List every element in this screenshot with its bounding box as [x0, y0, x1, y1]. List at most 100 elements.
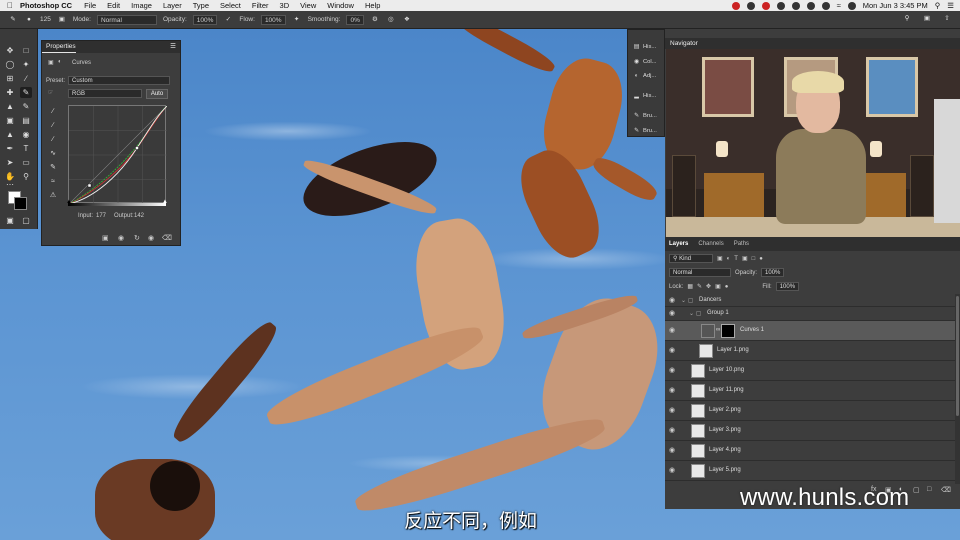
- layer-name[interactable]: Layer 1.png: [717, 347, 749, 353]
- chain-link-icon[interactable]: ∞: [716, 327, 720, 333]
- flow-input[interactable]: 100%: [260, 14, 286, 25]
- smoothing-settings-icon[interactable]: ⚙: [370, 15, 380, 25]
- tab-layers[interactable]: Layers: [669, 241, 688, 247]
- tab-channels[interactable]: Channels: [698, 241, 723, 247]
- lock-artboard-icon[interactable]: ▣: [715, 283, 721, 290]
- brush-size-value[interactable]: 125: [40, 16, 51, 23]
- cloud-icon[interactable]: [776, 1, 785, 10]
- blend-mode-select[interactable]: Normal: [669, 268, 731, 277]
- screen-mode-icon[interactable]: ▢: [20, 215, 32, 226]
- mode-select[interactable]: Normal: [96, 14, 157, 25]
- smoothing-input[interactable]: 0%: [346, 14, 364, 25]
- move-tool-icon[interactable]: ✥: [4, 45, 16, 56]
- status-icon-5[interactable]: [806, 1, 815, 10]
- pressure-opacity-icon[interactable]: ✓: [223, 15, 233, 25]
- filter-pixel-icon[interactable]: ▣: [717, 255, 723, 262]
- layer-row[interactable]: ◉ Layer 10.png: [665, 361, 955, 381]
- new-group-icon[interactable]: ▢: [913, 486, 920, 494]
- menu-edit[interactable]: Edit: [107, 1, 120, 10]
- layer-opacity-input[interactable]: 100%: [761, 268, 785, 277]
- curve-point-1[interactable]: [87, 183, 92, 188]
- wifi-icon[interactable]: ≈: [837, 1, 841, 10]
- panel-brush-settings-button[interactable]: ✎ Bru...: [632, 126, 664, 137]
- menu-image[interactable]: Image: [131, 1, 152, 10]
- menu-help[interactable]: Help: [365, 1, 380, 10]
- on-image-adjust-icon[interactable]: ☞: [48, 89, 53, 96]
- layer-row[interactable]: ◉ Layer 2.png: [665, 401, 955, 421]
- quick-mask-icon[interactable]: ▣: [4, 215, 16, 226]
- layer-name[interactable]: Layer 4.png: [709, 447, 741, 453]
- eye-icon[interactable]: ◉: [669, 327, 678, 335]
- spotlight-icon[interactable]: ⚲: [935, 1, 941, 10]
- sample-white-point-icon[interactable]: ∕: [48, 135, 58, 145]
- menu-3d[interactable]: 3D: [280, 1, 290, 10]
- gradient-tool-icon[interactable]: ▤: [20, 115, 32, 126]
- navigator-title[interactable]: Navigator: [670, 40, 698, 47]
- blur-tool-icon[interactable]: ▲: [4, 129, 16, 140]
- fill-input[interactable]: 100%: [775, 282, 800, 291]
- marquee-tool-icon[interactable]: □: [20, 45, 32, 56]
- symmetry-icon[interactable]: ❖: [402, 15, 412, 25]
- panel-brushes-button[interactable]: ✎ Bru...: [632, 111, 664, 122]
- eye-icon[interactable]: ◉: [669, 367, 678, 375]
- smooth-curve-icon[interactable]: ≈: [48, 177, 58, 187]
- sample-black-point-icon[interactable]: ∕: [48, 107, 58, 117]
- brush-preset-icon[interactable]: ●: [24, 15, 34, 25]
- layer-name[interactable]: Dancers: [699, 297, 721, 303]
- eye-icon[interactable]: ◉: [669, 310, 678, 318]
- layer-name[interactable]: Layer 5.png: [709, 467, 741, 473]
- visibility-icon[interactable]: ◉: [148, 234, 154, 242]
- panel-color-button[interactable]: ◉ Col...: [632, 57, 664, 68]
- eraser-tool-icon[interactable]: ▣: [4, 115, 16, 126]
- layer-name[interactable]: Group 1: [707, 310, 729, 316]
- layer-row[interactable]: ◉ Layer 4.png: [665, 441, 955, 461]
- eye-icon[interactable]: ◉: [669, 427, 678, 435]
- clone-stamp-tool-icon[interactable]: ▲: [4, 101, 16, 112]
- panel-adjustments-button[interactable]: ◐ Adj...: [632, 71, 664, 82]
- pressure-size-icon[interactable]: ◎: [386, 15, 396, 25]
- black-slider-icon[interactable]: ▲: [66, 199, 72, 205]
- filter-smart-object-icon[interactable]: □: [752, 256, 756, 262]
- filter-shape-icon[interactable]: ▣: [742, 255, 748, 262]
- eye-icon[interactable]: ◉: [669, 347, 678, 355]
- layer-name[interactable]: Layer 11.png: [709, 387, 744, 393]
- lock-all-icon[interactable]: ●: [725, 284, 729, 290]
- filter-type-icon[interactable]: T: [734, 256, 738, 262]
- lasso-tool-icon[interactable]: ◯: [4, 59, 16, 70]
- new-layer-icon[interactable]: □: [927, 486, 931, 493]
- delete-adjustment-icon[interactable]: ⌫: [162, 234, 172, 242]
- white-slider-icon[interactable]: ▲: [162, 199, 168, 205]
- panel-menu-icon[interactable]: ☰: [170, 41, 176, 53]
- layer-row-selected[interactable]: ◉ ∞ Curves 1: [665, 321, 955, 341]
- edit-points-icon[interactable]: ∿: [48, 149, 58, 159]
- type-tool-icon[interactable]: T: [20, 143, 32, 154]
- input-value[interactable]: 177: [96, 213, 106, 219]
- layer-name[interactable]: Layer 2.png: [709, 407, 741, 413]
- background-color-swatch[interactable]: [14, 197, 27, 210]
- clipping-warning-icon[interactable]: ⚠: [48, 191, 58, 201]
- tab-paths[interactable]: Paths: [734, 241, 749, 247]
- panel-history-button[interactable]: ▤ His...: [632, 42, 664, 53]
- share-icon[interactable]: ⇧: [942, 14, 952, 24]
- layer-row[interactable]: ◉ Layer 11.png: [665, 381, 955, 401]
- brush-tool-icon[interactable]: ✎: [8, 15, 18, 25]
- menu-view[interactable]: View: [300, 1, 316, 10]
- status-icon-1[interactable]: [731, 1, 740, 10]
- layer-row[interactable]: ◉ ⌄ ▢ Dancers: [665, 294, 955, 307]
- layer-name[interactable]: Layer 3.png: [709, 427, 741, 433]
- reset-icon[interactable]: ↻: [134, 234, 140, 242]
- zoom-tool-icon[interactable]: ⚲: [20, 171, 32, 182]
- curves-graph[interactable]: [68, 105, 168, 205]
- pen-tool-icon[interactable]: ✒: [4, 143, 16, 154]
- eye-icon[interactable]: ◉: [669, 467, 678, 475]
- shape-tool-icon[interactable]: ▭: [20, 157, 32, 168]
- lock-position-icon[interactable]: ✥: [706, 283, 711, 290]
- draw-curve-icon[interactable]: ✎: [48, 163, 58, 173]
- airbrush-icon[interactable]: ✦: [292, 15, 302, 25]
- battery-icon[interactable]: [847, 1, 856, 10]
- quick-select-tool-icon[interactable]: ✦: [20, 59, 32, 70]
- volume-icon[interactable]: [821, 1, 830, 10]
- brush-panel-toggle-icon[interactable]: ▣: [57, 15, 67, 25]
- eyedropper-tool-icon[interactable]: ∕: [20, 73, 32, 84]
- layer-row[interactable]: ◉ Layer 1.png: [665, 341, 955, 361]
